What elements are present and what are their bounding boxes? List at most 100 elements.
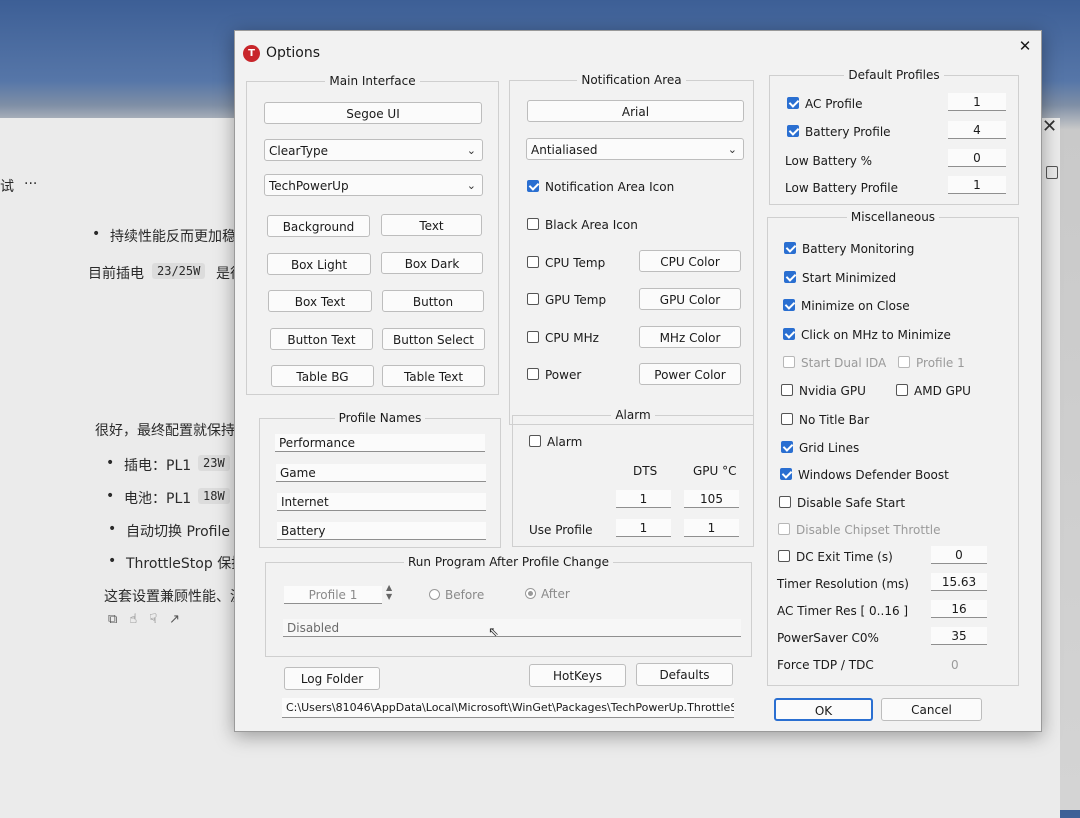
miscellaneous-title: Miscellaneous bbox=[846, 210, 940, 224]
start-minimized-checkbox[interactable]: Start Minimized bbox=[784, 270, 896, 286]
no-title-bar-checkbox[interactable]: No Title Bar bbox=[781, 412, 869, 428]
amd-gpu-checkbox[interactable]: AMD GPU bbox=[896, 383, 971, 399]
button-color-button[interactable]: Button bbox=[382, 290, 484, 312]
alarm-dts-input[interactable]: 1 bbox=[616, 490, 671, 508]
chevron-down-icon: ⌄ bbox=[466, 144, 476, 157]
disable-chipset-throttle-checkbox[interactable]: Disable Chipset Throttle bbox=[778, 522, 941, 538]
box-text-button[interactable]: Box Text bbox=[268, 290, 372, 312]
button-select-button[interactable]: Button Select bbox=[382, 328, 485, 350]
main-font-button[interactable]: Segoe UI bbox=[264, 102, 482, 124]
click-mhz-minimize-checkbox[interactable]: Click on MHz to Minimize bbox=[783, 327, 951, 343]
bg-bullet-line: 电池：PL1 bbox=[106, 488, 191, 508]
mhz-color-button[interactable]: MHz Color bbox=[639, 326, 741, 348]
notification-rendering-select[interactable]: Antialiased ⌄ bbox=[526, 138, 744, 160]
nvidia-gpu-checkbox[interactable]: Nvidia GPU bbox=[781, 383, 866, 399]
bg-square-icon[interactable] bbox=[1046, 166, 1058, 179]
grid-lines-checkbox[interactable]: Grid Lines bbox=[781, 440, 859, 456]
minimize-on-close-checkbox[interactable]: Minimize on Close bbox=[783, 298, 910, 314]
gpu-color-button[interactable]: GPU Color bbox=[639, 288, 741, 310]
battery-profile-input[interactable]: 4 bbox=[948, 121, 1006, 139]
cpu-mhz-checkbox[interactable]: CPU MHz bbox=[527, 330, 599, 346]
chevron-down-icon: ⌄ bbox=[466, 179, 476, 192]
run-program-title: Run Program After Profile Change bbox=[404, 555, 613, 569]
log-folder-button[interactable]: Log Folder bbox=[284, 667, 380, 690]
timer-resolution-input[interactable]: 15.63 bbox=[931, 573, 987, 591]
box-dark-button[interactable]: Box Dark bbox=[381, 252, 483, 274]
alarm-title: Alarm bbox=[611, 408, 655, 422]
main-interface-title: Main Interface bbox=[325, 74, 420, 88]
alarm-checkbox[interactable]: Alarm bbox=[529, 434, 582, 450]
spinner-arrows-icon[interactable]: ▲ ▼ bbox=[386, 583, 392, 601]
notification-area-icon-checkbox[interactable]: Notification Area Icon bbox=[527, 179, 674, 195]
bg-code: 23W bbox=[198, 455, 230, 471]
text-color-button[interactable]: Text bbox=[381, 214, 482, 236]
disable-safe-start-checkbox[interactable]: Disable Safe Start bbox=[779, 495, 905, 511]
font-rendering-select[interactable]: ClearType ⌄ bbox=[264, 139, 483, 161]
table-bg-button[interactable]: Table BG bbox=[271, 365, 374, 387]
before-radio[interactable]: Before bbox=[429, 587, 484, 603]
profile-name-input-3[interactable]: Internet bbox=[277, 493, 486, 511]
box-light-button[interactable]: Box Light bbox=[267, 253, 371, 275]
battery-profile-checkbox[interactable]: Battery Profile bbox=[787, 124, 891, 140]
after-radio[interactable]: After bbox=[525, 586, 570, 602]
power-color-button[interactable]: Power Color bbox=[639, 363, 741, 385]
use-profile-dts-input[interactable]: 1 bbox=[616, 519, 671, 537]
low-battery-pct-input[interactable]: 0 bbox=[948, 149, 1006, 167]
black-area-icon-checkbox[interactable]: Black Area Icon bbox=[527, 217, 638, 233]
defaults-button[interactable]: Defaults bbox=[636, 663, 733, 686]
dc-exit-time-input[interactable]: 0 bbox=[931, 546, 987, 564]
bg-close-icon[interactable]: ✕ bbox=[1042, 116, 1057, 137]
run-program-path-input[interactable]: Disabled bbox=[283, 619, 741, 637]
cpu-color-button[interactable]: CPU Color bbox=[639, 250, 741, 272]
timer-resolution-label: Timer Resolution (ms) bbox=[777, 577, 909, 591]
gpu-temp-checkbox[interactable]: GPU Temp bbox=[527, 292, 606, 308]
alarm-group: Alarm Alarm DTS GPU °C 1 105 Use Profile… bbox=[512, 408, 754, 547]
button-text-button[interactable]: Button Text bbox=[270, 328, 373, 350]
cancel-button[interactable]: Cancel bbox=[881, 698, 982, 721]
power-checkbox[interactable]: Power bbox=[527, 367, 581, 383]
use-profile-label: Use Profile bbox=[529, 523, 593, 537]
main-interface-group: Main Interface Segoe UI ClearType ⌄ TechP… bbox=[246, 74, 499, 395]
gpu-c-header: GPU °C bbox=[693, 464, 737, 478]
run-profile-spinner[interactable]: Profile 1 bbox=[284, 586, 382, 604]
profile-names-title: Profile Names bbox=[334, 411, 426, 425]
bg-text-line: 很好，最终配置就保持 bbox=[95, 423, 235, 439]
default-profiles-title: Default Profiles bbox=[844, 68, 944, 82]
log-path-input[interactable]: C:\Users\81046\AppData\Local\Microsoft\W… bbox=[282, 698, 734, 718]
windows-defender-boost-checkbox[interactable]: Windows Defender Boost bbox=[780, 467, 949, 483]
start-dual-ida-checkbox[interactable]: Start Dual IDA bbox=[783, 355, 886, 371]
bg-more-menu[interactable]: ··· bbox=[24, 176, 37, 192]
notification-area-title: Notification Area bbox=[577, 73, 686, 87]
ac-timer-res-label: AC Timer Res [ 0..16 ] bbox=[777, 604, 909, 618]
theme-select[interactable]: TechPowerUp ⌄ bbox=[264, 174, 483, 196]
hotkeys-button[interactable]: HotKeys bbox=[529, 664, 626, 687]
bg-text-line: 这套设置兼顾性能、温 bbox=[104, 589, 244, 605]
default-profiles-group: Default Profiles AC Profile 1 Battery Pr… bbox=[769, 68, 1019, 205]
notification-font-button[interactable]: Arial bbox=[527, 100, 744, 122]
table-text-button[interactable]: Table Text bbox=[382, 365, 485, 387]
ok-button[interactable]: OK bbox=[774, 698, 873, 721]
ac-timer-res-input[interactable]: 16 bbox=[931, 600, 987, 618]
profile-1-checkbox[interactable]: Profile 1 bbox=[898, 355, 965, 371]
close-icon[interactable]: ✕ bbox=[1015, 36, 1035, 56]
bg-code: 18W bbox=[198, 488, 230, 504]
ac-profile-checkbox[interactable]: AC Profile bbox=[787, 96, 863, 112]
ac-profile-input[interactable]: 1 bbox=[948, 93, 1006, 111]
mouse-cursor-icon: ⇖ bbox=[488, 625, 499, 640]
profile-name-input-4[interactable]: Battery bbox=[277, 522, 486, 540]
background-color-button[interactable]: Background bbox=[267, 215, 370, 237]
dts-header: DTS bbox=[633, 464, 658, 478]
profile-name-input-2[interactable]: Game bbox=[276, 464, 486, 482]
dc-exit-time-checkbox[interactable]: DC Exit Time (s) bbox=[778, 549, 893, 565]
bg-bullet-line: 插电：PL1 bbox=[106, 455, 191, 475]
low-battery-profile-input[interactable]: 1 bbox=[948, 176, 1006, 194]
bg-message-actions[interactable]: ⧉☝☟↗ bbox=[108, 612, 192, 627]
use-profile-gpu-input[interactable]: 1 bbox=[684, 519, 739, 537]
powersaver-c0-input[interactable]: 35 bbox=[931, 627, 987, 645]
dialog-title: Options bbox=[266, 45, 321, 61]
profile-name-input-1[interactable]: Performance bbox=[275, 434, 485, 452]
cpu-temp-checkbox[interactable]: CPU Temp bbox=[527, 255, 605, 271]
force-tdp-label: Force TDP / TDC bbox=[777, 658, 874, 672]
alarm-gpu-input[interactable]: 105 bbox=[684, 490, 739, 508]
battery-monitoring-checkbox[interactable]: Battery Monitoring bbox=[784, 241, 914, 257]
